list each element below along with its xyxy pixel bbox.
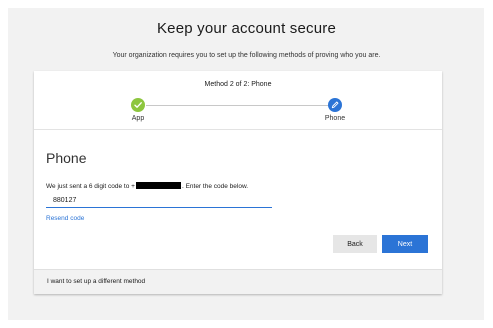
checkmark-icon xyxy=(134,102,142,108)
different-method-link[interactable]: I want to set up a different method xyxy=(47,278,145,285)
page-subtitle: Your organization requires you to set up… xyxy=(112,52,381,59)
step-connector xyxy=(146,105,332,106)
code-instruction: We just sent a 6 digit code to + . Enter … xyxy=(46,182,248,190)
step-label-app: App xyxy=(131,115,145,122)
step-caption: Method 2 of 2: Phone xyxy=(204,81,272,88)
back-button[interactable]: Back xyxy=(333,235,377,253)
step-label-phone: Phone xyxy=(324,115,346,122)
instruction-prefix: We just sent a 6 digit code to + xyxy=(46,183,135,190)
instruction-suffix: . Enter the code below. xyxy=(181,183,249,190)
pencil-icon xyxy=(331,101,339,109)
step-phone-indicator xyxy=(328,98,342,112)
verification-code-input[interactable] xyxy=(46,193,272,208)
method-title: Phone xyxy=(46,150,87,166)
card-footer: I want to set up a different method xyxy=(34,269,442,294)
redacted-phone-number xyxy=(135,182,181,189)
page-title: Keep your account secure xyxy=(156,20,337,37)
setup-card: Method 2 of 2: Phone App Phone Phone We … xyxy=(34,71,442,294)
resend-code-link[interactable]: Resend code xyxy=(46,215,84,222)
next-button[interactable]: Next xyxy=(382,235,428,253)
method-stepper: Method 2 of 2: Phone App Phone xyxy=(34,71,442,130)
step-app-indicator xyxy=(131,98,145,112)
